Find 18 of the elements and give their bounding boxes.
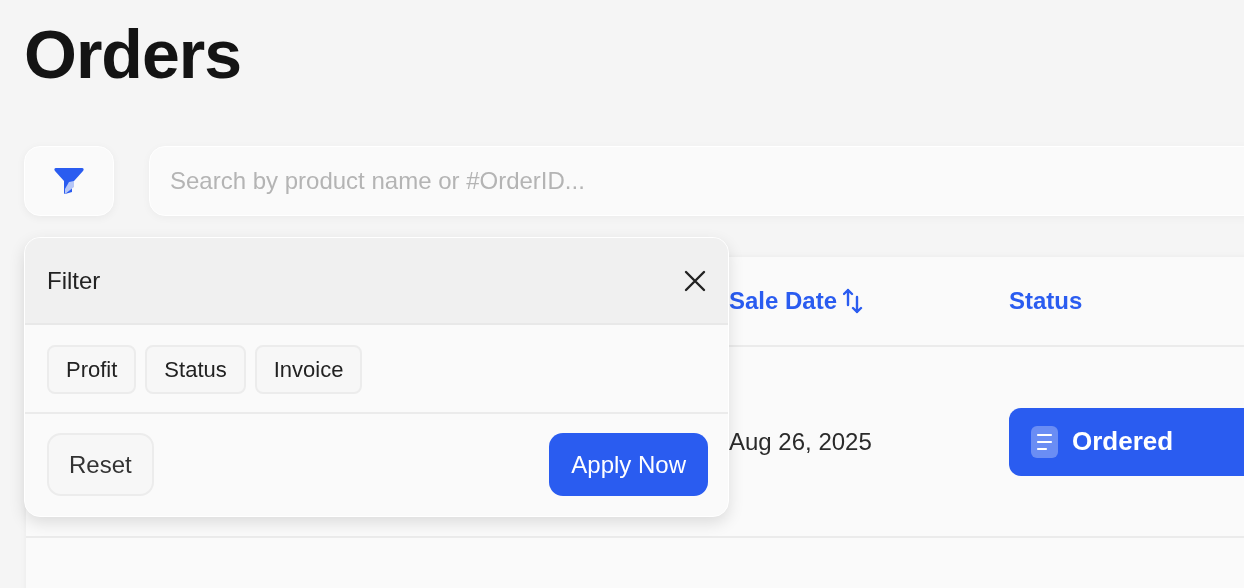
filter-chip[interactable]: Profit xyxy=(47,345,137,394)
column-header[interactable]: Sale Date xyxy=(729,287,1009,315)
filter-chip[interactable]: Invoice xyxy=(254,345,363,394)
page-title: Orders xyxy=(24,15,242,94)
close-icon xyxy=(684,269,706,292)
filter-button[interactable] xyxy=(24,146,114,216)
popover-title: Filter xyxy=(47,266,101,295)
reset-button[interactable]: Reset xyxy=(47,433,154,496)
column-header: Status xyxy=(1009,287,1084,315)
status-badge: Ordered xyxy=(1009,407,1244,476)
filter-icon xyxy=(54,167,84,195)
close-button[interactable] xyxy=(684,269,706,292)
apply-button[interactable]: Apply Now xyxy=(549,433,708,496)
filter-chip[interactable]: Status xyxy=(145,345,246,394)
sort-icon xyxy=(843,288,864,314)
search-field[interactable]: Search by product name or #OrderID... xyxy=(149,146,1244,216)
table-cell-text: Aug 26, 2025 xyxy=(729,427,873,456)
document-icon xyxy=(1031,425,1058,458)
